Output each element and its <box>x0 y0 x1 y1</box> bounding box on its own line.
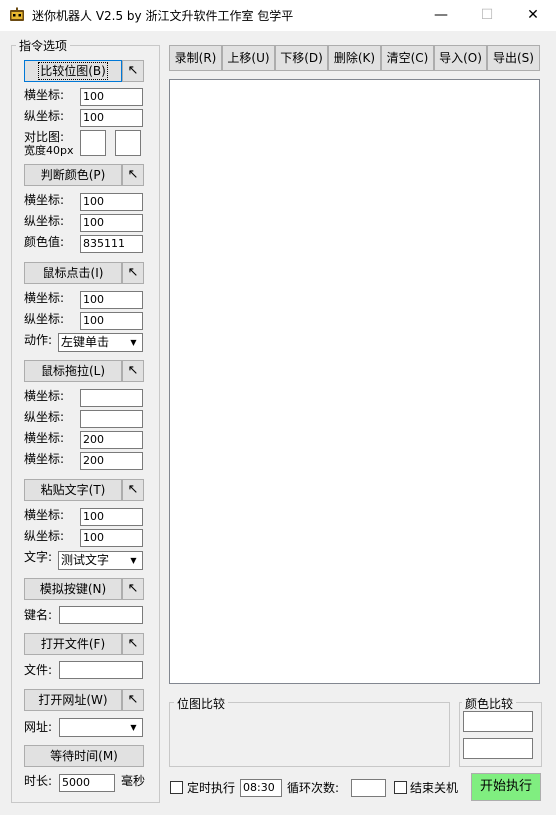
bitmap-x-input[interactable]: 100 <box>80 88 143 106</box>
chevron-down-icon: ▼ <box>130 338 137 347</box>
paste-text-button[interactable]: 粘贴文字(T) <box>24 479 122 501</box>
pick-file-button[interactable]: ↖ <box>122 633 144 655</box>
paste-text-select[interactable]: 测试文字 ▼ <box>58 551 143 570</box>
shutdown-label: 结束关机 <box>410 781 459 795</box>
robot-app-icon <box>10 7 24 21</box>
pick-click-button[interactable]: ↖ <box>122 262 144 284</box>
file-input[interactable] <box>59 661 143 679</box>
import-button[interactable]: 导入(O) <box>434 45 487 71</box>
color-y-input[interactable]: 100 <box>80 214 143 232</box>
loop-count-input[interactable] <box>351 779 386 797</box>
window-title: 迷你机器人 V2.5 by 浙江文升软件工作室 包学平 <box>32 9 294 23</box>
color-compare-box-2[interactable] <box>463 738 533 759</box>
color-compare-title: 颜色比较 <box>462 695 517 712</box>
chevron-down-icon: ▼ <box>130 556 137 565</box>
color-y-label: 纵坐标: <box>24 214 65 228</box>
paste-y-input[interactable]: 100 <box>80 529 143 547</box>
color-x-label: 横坐标: <box>24 193 65 207</box>
drag-x1-label: 横坐标: <box>24 389 65 403</box>
check-color-button[interactable]: 判断颜色(P) <box>24 164 122 186</box>
paste-y-label: 纵坐标: <box>24 529 65 543</box>
chevron-down-icon: ▼ <box>130 723 137 732</box>
duration-unit-label: 毫秒 <box>121 774 146 788</box>
click-x-label: 横坐标: <box>24 291 65 305</box>
compare-image-width-label: 宽度40px <box>24 144 74 157</box>
command-options-title: 指令选项 <box>16 37 71 54</box>
drag-y2-input[interactable]: 200 <box>80 452 143 470</box>
pick-paste-button[interactable]: ↖ <box>122 479 144 501</box>
drag-x1-input[interactable] <box>80 389 143 407</box>
key-name-label: 键名: <box>24 608 53 622</box>
pick-color-button[interactable]: ↖ <box>122 164 144 186</box>
pick-bitmap-button[interactable]: ↖ <box>122 60 144 82</box>
simulate-key-button[interactable]: 模拟按键(N) <box>24 578 122 600</box>
move-up-button[interactable]: 上移(U) <box>222 45 275 71</box>
pick-key-button[interactable]: ↖ <box>122 578 144 600</box>
start-run-button[interactable]: 开始执行 <box>471 773 541 801</box>
drag-y1-label: 纵坐标: <box>24 410 65 424</box>
open-file-button[interactable]: 打开文件(F) <box>24 633 122 655</box>
url-label: 网址: <box>24 720 53 734</box>
color-compare-box-1[interactable] <box>463 711 533 732</box>
duration-input[interactable]: 5000 <box>59 774 115 792</box>
drag-y2-label: 横坐标: <box>24 452 65 466</box>
color-value-input[interactable]: 835111 <box>80 235 143 253</box>
paste-text-value: 测试文字 <box>61 553 110 567</box>
file-label: 文件: <box>24 663 53 677</box>
timer-input[interactable]: 08:30 <box>240 779 282 797</box>
drag-x2-label: 横坐标: <box>24 431 65 445</box>
minimize-button[interactable]: — <box>418 0 464 31</box>
mouse-click-button[interactable]: 鼠标点击(I) <box>24 262 122 284</box>
bitmap-x-label: 横坐标: <box>24 88 65 102</box>
color-x-input[interactable]: 100 <box>80 193 143 211</box>
compare-image-box-2[interactable] <box>115 130 141 156</box>
click-action-select[interactable]: 左键单击 ▼ <box>58 333 143 352</box>
drag-x2-input[interactable]: 200 <box>80 431 143 449</box>
click-y-input[interactable]: 100 <box>80 312 143 330</box>
paste-text-label: 文字: <box>24 550 53 564</box>
bitmap-y-input[interactable]: 100 <box>80 109 143 127</box>
duration-label: 时长: <box>24 774 53 788</box>
key-name-input[interactable] <box>59 606 143 624</box>
timer-label: 定时执行 <box>187 781 236 795</box>
drag-y1-input[interactable] <box>80 410 143 428</box>
shutdown-checkbox[interactable] <box>394 781 407 794</box>
click-y-label: 纵坐标: <box>24 312 65 326</box>
close-button[interactable]: ✕ <box>510 0 556 31</box>
color-value-label: 颜色值: <box>24 235 65 249</box>
pick-drag-button[interactable]: ↖ <box>122 360 144 382</box>
wait-time-button[interactable]: 等待时间(M) <box>24 745 144 767</box>
compare-bitmap-button[interactable]: 比较位图(B) <box>24 60 122 82</box>
click-x-input[interactable]: 100 <box>80 291 143 309</box>
compare-image-label: 对比图: <box>24 130 65 144</box>
mouse-drag-button[interactable]: 鼠标拖拉(L) <box>24 360 122 382</box>
clear-button[interactable]: 清空(C) <box>381 45 434 71</box>
loop-count-label: 循环次数: <box>287 781 340 795</box>
command-list[interactable] <box>169 79 540 684</box>
click-action-value: 左键单击 <box>61 335 110 349</box>
delete-button[interactable]: 删除(K) <box>328 45 381 71</box>
compare-image-box-1[interactable] <box>80 130 106 156</box>
bitmap-compare-title: 位图比较 <box>174 695 229 712</box>
record-button[interactable]: 录制(R) <box>169 45 222 71</box>
paste-x-label: 横坐标: <box>24 508 65 522</box>
maximize-button[interactable]: ☐ <box>464 0 510 31</box>
pick-url-button[interactable]: ↖ <box>122 689 144 711</box>
url-select[interactable]: ▼ <box>59 718 143 737</box>
move-down-button[interactable]: 下移(D) <box>275 45 328 71</box>
click-action-label: 动作: <box>24 333 53 347</box>
export-button[interactable]: 导出(S) <box>487 45 540 71</box>
paste-x-input[interactable]: 100 <box>80 508 143 526</box>
timer-checkbox[interactable] <box>170 781 183 794</box>
open-url-button[interactable]: 打开网址(W) <box>24 689 122 711</box>
bitmap-y-label: 纵坐标: <box>24 109 65 123</box>
title-bar: 迷你机器人 V2.5 by 浙江文升软件工作室 包学平 — ☐ ✕ <box>0 0 556 31</box>
